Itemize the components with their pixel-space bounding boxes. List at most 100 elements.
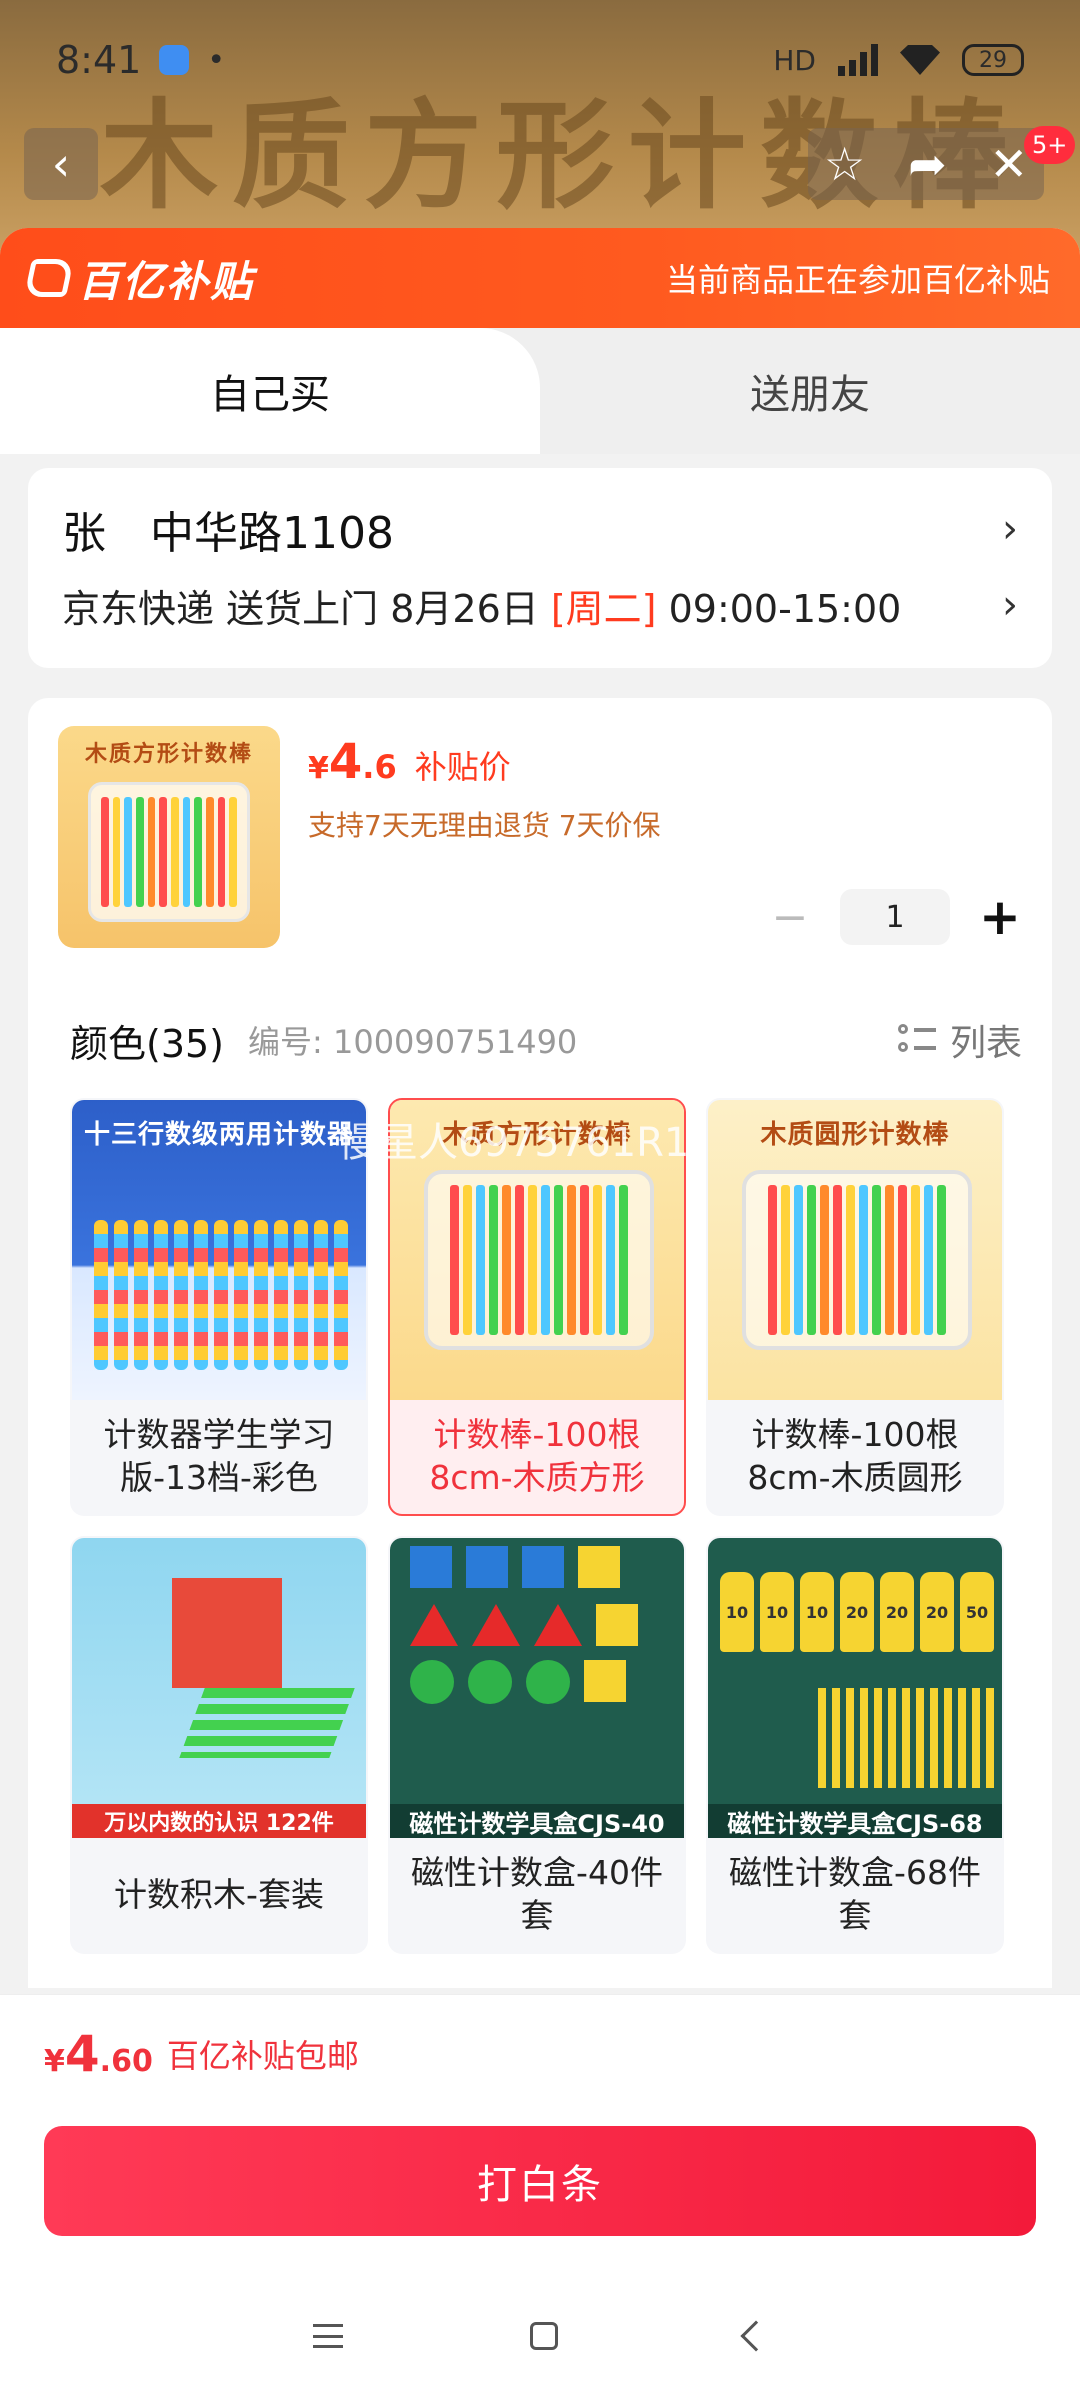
triangle-shapes [410, 1604, 638, 1646]
payment-area: 打白条 [0, 2112, 1080, 2272]
sticks-tray-image [742, 1170, 972, 1350]
hero-actions: ☆ ➦ ✕ [808, 128, 1044, 200]
address-card[interactable]: 张 中华路1108 › 京东快递 送货上门 8月26日 [周二] 09:00-1… [28, 468, 1052, 668]
share-icon[interactable]: ➦ [908, 137, 947, 191]
product-code: 编号: 100090751490 [248, 1023, 578, 1061]
tubes-illustration: 10 10 10 20 20 20 50 [720, 1572, 994, 1652]
address-street: 中华路1108 [150, 508, 394, 559]
product-card: 木质方形计数棒 ¥ 4 .6 补贴价 支持7天无理由退货 7天价保 − 1 + … [28, 698, 1052, 1988]
battery-icon: 29 [962, 44, 1024, 76]
price-tag: 补贴价 [414, 748, 511, 786]
price-decimal: .6 [362, 748, 397, 786]
sticks-tray-image [424, 1170, 654, 1350]
star-icon[interactable]: ☆ [824, 137, 865, 191]
option-image-caption: 磁性计数学具盒CJS-68 [708, 1804, 1002, 1838]
delivery-date: 8月26日 [390, 586, 539, 631]
service-guarantee: 支持7天无理由退货 7天价保 [308, 809, 661, 842]
option-image: 万以内数的认识 122件 [72, 1538, 366, 1838]
signal-icon [838, 44, 878, 76]
option-label: 磁性计数盒-40件套 [411, 1853, 663, 1935]
option-item[interactable]: 磁性计数学具盒CJS-40 磁性计数盒-40件套 [388, 1536, 686, 1954]
minus-icon[interactable]: − [768, 892, 812, 943]
subsidy-logo: 百亿补贴 [23, 248, 255, 309]
option-item[interactable]: 木质圆形计数棒 计数棒-100根8cm-木质圆形 [706, 1098, 1004, 1516]
subsidy-banner: 百亿补贴 当前商品正在参加百亿补贴 [0, 228, 1080, 328]
sticks-tray-image [88, 782, 250, 922]
option-label: 磁性计数盒-68件套 [729, 1853, 981, 1935]
option-item[interactable]: 万以内数的认识 122件 计数积木-套装 [70, 1536, 368, 1954]
option-label: 计数积木-套装 [114, 1874, 324, 1914]
list-view-toggle[interactable]: 列表 [897, 1014, 1022, 1066]
price-currency: ¥ [308, 751, 329, 786]
rods-illustration [179, 1688, 355, 1758]
status-time: 8:41 [56, 38, 142, 82]
total-currency: ¥ [44, 2043, 65, 2079]
list-icon [897, 1022, 936, 1058]
home-icon[interactable] [529, 2322, 558, 2350]
recipient-name: 张 [62, 508, 106, 559]
purchase-sheet: 百亿补贴 当前商品正在参加百亿补贴 自己买 送朋友 张 中华路1108 › 京东… [0, 228, 1080, 1988]
subsidy-note: 当前商品正在参加百亿补贴 [665, 261, 1050, 299]
option-image: 十三行数级两用计数器 [72, 1100, 366, 1400]
product-price: ¥ 4 .6 补贴价 [308, 734, 1022, 790]
option-image-caption: 磁性计数学具盒CJS-40 [390, 1804, 684, 1838]
tab-gift-friend[interactable]: 送朋友 [540, 328, 1080, 454]
back-icon[interactable] [740, 2320, 772, 2352]
option-item[interactable]: 10 10 10 20 20 20 50 磁性计数学具盒CJS-68 磁性计数盒-68件… [706, 1536, 1004, 1954]
tab-buy-self[interactable]: 自己买 [0, 328, 540, 454]
subsidy-logo-text: 百亿补贴 [78, 256, 255, 306]
square-shapes [410, 1546, 620, 1588]
shipping-note: 百亿补贴包邮 [166, 2036, 359, 2075]
system-navigation [0, 2272, 1080, 2400]
menu-icon[interactable] [313, 2324, 344, 2348]
chevron-left-icon: ‹ [51, 137, 71, 191]
product-summary: 木质方形计数棒 ¥ 4 .6 补贴价 支持7天无理由退货 7天价保 − 1 + [58, 726, 1022, 958]
delivery-time: 09:00-15:00 [668, 586, 902, 631]
close-icon[interactable]: ✕ [989, 137, 1028, 191]
option-label: 计数棒-100根8cm-木质圆形 [747, 1415, 963, 1497]
option-image-caption: 木质圆形计数棒 [760, 1120, 950, 1150]
wifi-icon [900, 45, 940, 75]
app-notification-icon [159, 45, 190, 75]
baitiao-pay-button[interactable]: 打白条 [44, 2126, 1036, 2236]
delivery-line[interactable]: 京东快递 送货上门 8月26日 [周二] 09:00-15:00 › [62, 566, 1018, 644]
status-bar: 8:41 • HD 29 [0, 0, 1080, 120]
purchase-tabs: 自己买 送朋友 [0, 328, 1080, 454]
option-image: 磁性计数学具盒CJS-40 [390, 1538, 684, 1838]
network-type: HD [773, 43, 816, 77]
total-integer: 4 [64, 2024, 100, 2083]
thumbnail-label: 木质方形计数棒 [84, 742, 253, 767]
spec-title: 颜色(35) [70, 1021, 225, 1066]
option-grid: 十三行数级两用计数器 计数器学生学习版-13档-彩色 木质方形计数棒 计数棒-1… [70, 1098, 1022, 1954]
payment-summary: ¥ 4 .60 百亿补贴包邮 [0, 1994, 1080, 2112]
message-badge: 5+ [1024, 126, 1076, 164]
watermark: 慢星人6975761R1 [338, 1120, 690, 1166]
carrier: 京东快递 [62, 586, 215, 631]
delivery-weekday: [周二] [550, 586, 657, 631]
back-button[interactable]: ‹ [24, 128, 98, 200]
status-dot: • [207, 42, 226, 78]
address-line[interactable]: 张 中华路1108 › [62, 492, 1018, 566]
chevron-right-icon: › [1002, 506, 1018, 552]
price-integer: 4 [328, 734, 363, 790]
option-image-caption: 万以内数的认识 122件 [72, 1804, 366, 1838]
plus-icon[interactable]: + [978, 888, 1022, 946]
chevron-right-icon: › [1002, 582, 1018, 628]
list-label: 列表 [949, 1023, 1022, 1064]
total-price: ¥ 4 .60 [44, 2025, 153, 2083]
subsidy-logo-icon [23, 259, 75, 297]
product-info: ¥ 4 .6 补贴价 支持7天无理由退货 7天价保 − 1 + [308, 726, 1022, 958]
quantity-value[interactable]: 1 [840, 889, 950, 945]
spec-header: 颜色(35) 编号: 100090751490 列表 [58, 1010, 1022, 1070]
delivery-type: 送货上门 [226, 586, 379, 631]
circle-shapes [410, 1660, 626, 1704]
status-right: HD 29 [773, 44, 1024, 77]
abacus-illustration [94, 1220, 348, 1370]
option-item[interactable]: 十三行数级两用计数器 计数器学生学习版-13档-彩色 [70, 1098, 368, 1516]
option-image-caption: 十三行数级两用计数器 [83, 1120, 354, 1150]
option-label: 计数器学生学习版-13档-彩色 [103, 1415, 335, 1497]
product-thumbnail[interactable]: 木质方形计数棒 [58, 726, 280, 948]
option-image: 10 10 10 20 20 20 50 磁性计数学具盒CJS-68 [708, 1538, 1002, 1838]
cube-illustration [172, 1578, 282, 1688]
total-decimal: .60 [99, 2043, 153, 2079]
